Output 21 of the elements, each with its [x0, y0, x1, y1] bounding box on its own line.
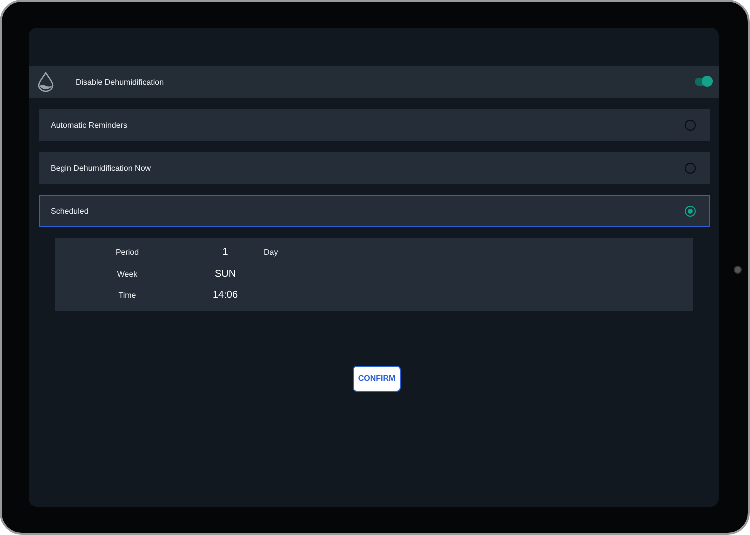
radio-button[interactable] [685, 120, 696, 130]
header-title: Disable Dehumidification [76, 78, 166, 86]
schedule-unit: Day [264, 248, 278, 258]
option-row[interactable]: Automatic Reminders [39, 109, 710, 141]
option-label: Automatic Reminders [51, 120, 128, 130]
radio-button[interactable] [685, 206, 696, 216]
schedule-label: Time [118, 291, 138, 300]
option-label: Scheduled [51, 206, 90, 216]
schedule-label: Period [114, 248, 140, 258]
schedule-value[interactable]: 14:06 [200, 290, 251, 302]
schedule-value[interactable]: SUN [200, 268, 251, 280]
camera-icon [734, 266, 742, 274]
toggle-switch[interactable] [695, 78, 711, 86]
confirm-button[interactable]: CONFIRM [353, 366, 401, 392]
option-row[interactable]: Scheduled [39, 195, 710, 227]
schedule-value[interactable]: 1 [200, 247, 251, 258]
option-row[interactable]: Begin Dehumidification Now [39, 152, 710, 184]
radio-button[interactable] [685, 162, 696, 174]
schedule-label: Week [116, 270, 139, 279]
water-drop-icon [38, 72, 54, 92]
option-label: Begin Dehumidification Now [51, 164, 152, 172]
